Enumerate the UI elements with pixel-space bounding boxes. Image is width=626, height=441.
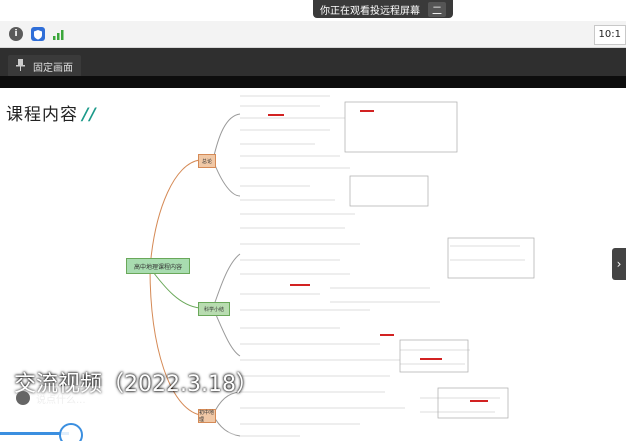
shared-screen-video[interactable]: 固定画面 课程内容// 高中地理课程内容 总论 科学小结 初中地理 › 交流视频…: [0, 48, 626, 441]
center-node-label: 高中地理课程内容: [133, 263, 182, 271]
user-avatar: [16, 391, 30, 405]
toast-text: 你正在观看投远程屏幕: [320, 5, 420, 17]
video-top-strip: [0, 48, 626, 76]
branch-junior-label: 初中地理: [199, 410, 215, 423]
pin-view-button[interactable]: 固定画面: [8, 55, 81, 77]
exit-share-button[interactable]: 二: [428, 1, 446, 17]
branch-node-junior: 初中地理: [198, 409, 216, 423]
signal-icon[interactable]: [52, 27, 66, 41]
chat-input[interactable]: 说点什么...: [10, 386, 122, 410]
progress-knob[interactable]: [58, 423, 83, 441]
chat-placeholder: 说点什么...: [36, 394, 86, 406]
branch-node-overview: 总论: [198, 154, 216, 168]
pin-view-label: 固定画面: [33, 62, 73, 74]
progress-bar[interactable]: [0, 423, 626, 441]
branch-summary-label: 科学小结: [203, 306, 224, 313]
info-icon[interactable]: i: [9, 27, 23, 41]
mindmap-center-node: 高中地理课程内容: [126, 258, 190, 274]
branch-overview-label: 总论: [201, 158, 212, 165]
time-display: 10:1: [593, 25, 626, 45]
screen-share-toast: 你正在观看投远程屏幕 二: [313, 0, 453, 18]
shield-icon[interactable]: [31, 27, 45, 41]
slide-top-band: [0, 76, 626, 88]
top-toolbar: i 10:1: [0, 21, 626, 48]
branch-node-summary: 科学小结: [198, 302, 230, 316]
next-page-arrow[interactable]: ›: [612, 248, 626, 280]
pin-icon: [16, 58, 25, 74]
